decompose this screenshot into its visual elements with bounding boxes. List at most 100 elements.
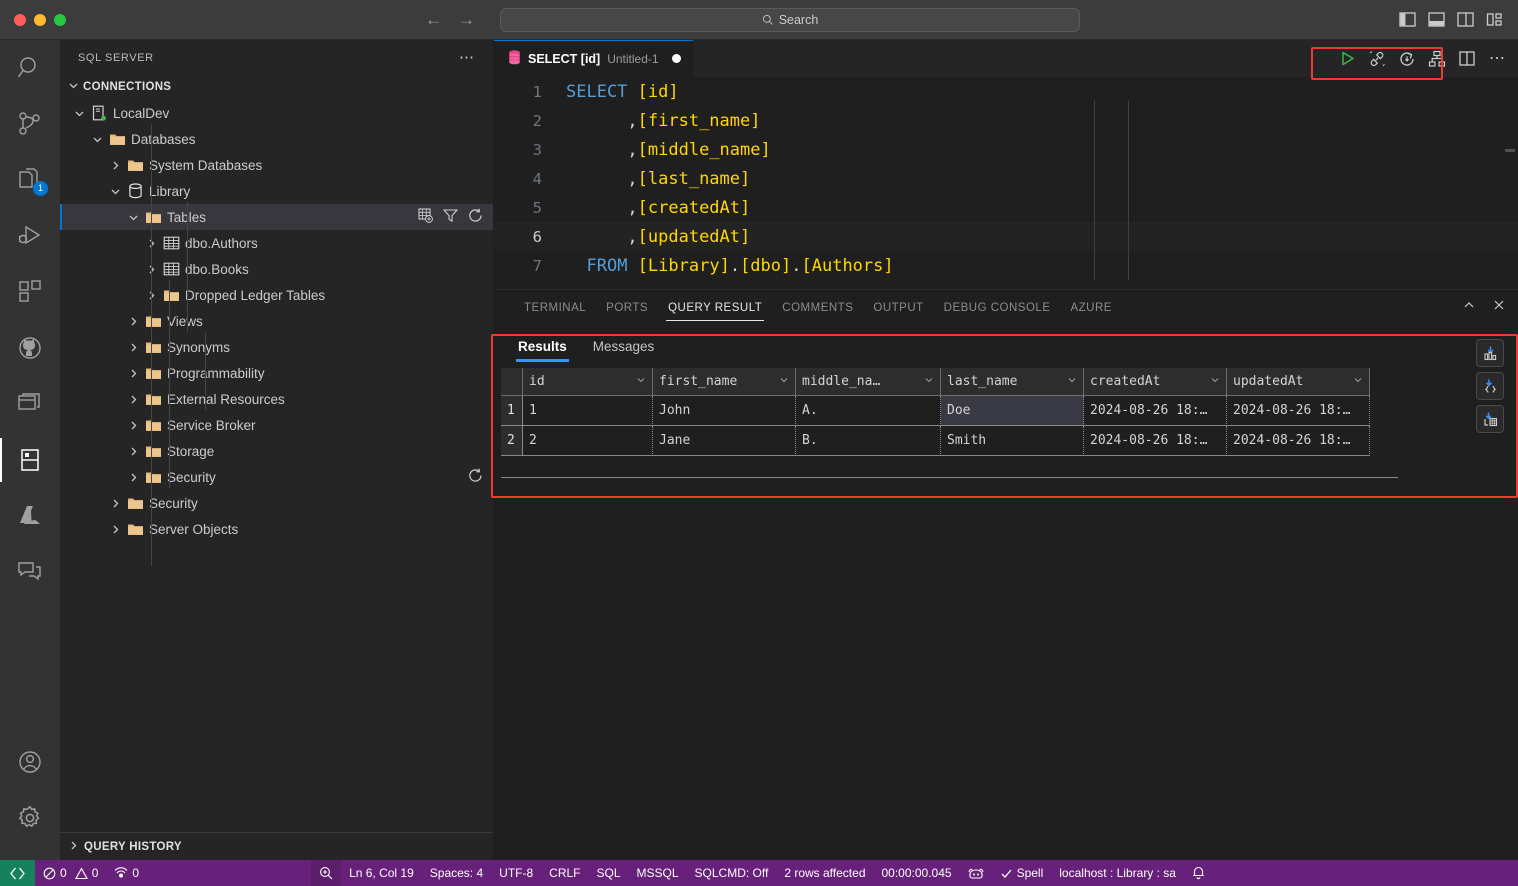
encoding-status[interactable]: UTF-8	[491, 860, 541, 886]
grid-corner-cell[interactable]	[501, 368, 523, 396]
grid-column-header[interactable]: createdAt	[1084, 368, 1227, 396]
row-number-cell[interactable]: 1	[501, 396, 523, 426]
panel-tab-output[interactable]: OUTPUT	[863, 290, 933, 326]
chevron-down-icon[interactable]	[88, 134, 106, 145]
arrow-left-icon[interactable]: ←	[425, 11, 442, 28]
tree-item-databases[interactable]: Databases	[60, 126, 493, 152]
toggle-panel[interactable]	[1426, 10, 1446, 30]
tree-item-security[interactable]: Security	[60, 464, 493, 490]
tree-item-system-databases[interactable]: System Databases	[60, 152, 493, 178]
chevron-right-icon[interactable]	[124, 316, 142, 327]
tree-item-dropped-ledger-tables[interactable]: Dropped Ledger Tables	[60, 282, 493, 308]
tree-item-synonyms[interactable]: Synonyms	[60, 334, 493, 360]
close-window-button[interactable]	[14, 13, 26, 26]
chevron-right-icon[interactable]	[106, 160, 124, 171]
tree-item-storage[interactable]: Storage	[60, 438, 493, 464]
tree-item-tables[interactable]: Tables	[60, 204, 493, 230]
grid-cell[interactable]: Jane	[653, 426, 796, 456]
change-connection-button[interactable]	[1392, 46, 1422, 72]
result-tab-messages[interactable]: Messages	[583, 335, 665, 362]
tree-item-external-resources[interactable]: External Resources	[60, 386, 493, 412]
activity-sql-server[interactable]	[0, 432, 60, 488]
grid-column-header[interactable]: id	[523, 368, 653, 396]
tree-item-library[interactable]: Library	[60, 178, 493, 204]
chevron-down-icon[interactable]	[1067, 375, 1077, 388]
indentation-status[interactable]: Spaces: 4	[422, 860, 491, 886]
activity-remote-explorer[interactable]	[0, 376, 60, 432]
activity-extensions[interactable]	[0, 264, 60, 320]
zoom-status[interactable]	[311, 860, 342, 886]
tree-item-service-broker[interactable]: Service Broker	[60, 412, 493, 438]
problems-status[interactable]: 0 0	[35, 860, 106, 886]
code-line[interactable]: 7 FROM [Library].[dbo].[Authors]	[494, 251, 1518, 280]
chevron-down-icon[interactable]	[924, 375, 934, 388]
grid-cell[interactable]: 1	[523, 396, 653, 426]
chevron-right-icon[interactable]	[124, 420, 142, 431]
grid-column-header[interactable]: updatedAt	[1227, 368, 1370, 396]
panel-tab-query-result[interactable]: QUERY RESULT	[658, 290, 772, 326]
provider-status[interactable]: MSSQL	[629, 860, 687, 886]
spell-status[interactable]: Spell	[992, 860, 1052, 886]
tree-item-security[interactable]: Security	[60, 490, 493, 516]
cursor-position-status[interactable]: Ln 6, Col 19	[341, 860, 422, 886]
disconnect-button[interactable]	[1362, 46, 1392, 72]
tree-item-dbo-authors[interactable]: dbo.Authors	[60, 230, 493, 256]
query-history-section[interactable]: QUERY HISTORY	[60, 832, 493, 860]
activity-github[interactable]	[0, 320, 60, 376]
result-tab-results[interactable]: Results	[508, 335, 577, 362]
run-query-button[interactable]	[1332, 46, 1362, 72]
new-table-icon[interactable]	[418, 208, 433, 226]
code-editor[interactable]: 1 SELECT [id] 2 ,[first_name] 3 ,[middle_na…	[494, 77, 1518, 289]
code-line[interactable]: 6 ,[updatedAt]	[494, 222, 1518, 251]
tree-item-server-objects[interactable]: Server Objects	[60, 516, 493, 542]
save-as-csv-button[interactable]	[1476, 339, 1504, 367]
sqlcmd-status[interactable]: SQLCMD: Off	[687, 860, 777, 886]
results-grid[interactable]: id first_name middle_na… last_name createdAt…	[501, 368, 1398, 478]
activity-azure[interactable]	[0, 488, 60, 544]
split-editor-button[interactable]	[1452, 46, 1482, 72]
grid-cell[interactable]: John	[653, 396, 796, 426]
chevron-down-icon[interactable]	[779, 375, 789, 388]
search-input[interactable]: Search	[500, 7, 1080, 32]
grid-cell[interactable]: 2024-08-26 18:…	[1227, 426, 1370, 456]
save-as-json-button[interactable]	[1476, 372, 1504, 400]
grid-column-header[interactable]: first_name	[653, 368, 796, 396]
language-mode-status[interactable]: SQL	[589, 860, 629, 886]
grid-column-header[interactable]: middle_na…	[796, 368, 941, 396]
code-line[interactable]: 2 ,[first_name]	[494, 106, 1518, 135]
code-line[interactable]: 3 ,[middle_name]	[494, 135, 1518, 164]
chevron-right-icon[interactable]	[124, 368, 142, 379]
remote-indicator[interactable]	[0, 860, 35, 886]
estimated-plan-button[interactable]	[1422, 46, 1452, 72]
tree-item-dbo-books[interactable]: dbo.Books	[60, 256, 493, 282]
code-line[interactable]: 4 ,[last_name]	[494, 164, 1518, 193]
activity-chat[interactable]	[0, 544, 60, 600]
panel-tab-ports[interactable]: PORTS	[596, 290, 658, 326]
activity-accounts[interactable]	[0, 734, 60, 790]
connection-status[interactable]: localhost : Library : sa	[1051, 860, 1184, 886]
close-icon[interactable]	[1492, 298, 1506, 317]
panel-tab-azure[interactable]: AZURE	[1060, 290, 1121, 326]
maximize-window-button[interactable]	[54, 13, 66, 26]
customize-layout[interactable]	[1484, 10, 1504, 30]
editor-scrollbar[interactable]	[1505, 149, 1515, 152]
tree-item-views[interactable]: Views	[60, 308, 493, 334]
notifications-bell[interactable]	[1184, 860, 1217, 886]
chevron-down-icon[interactable]	[636, 375, 646, 388]
tree-item-localdev[interactable]: LocalDev	[60, 100, 493, 126]
chevron-down-icon[interactable]	[124, 212, 142, 223]
activity-explorer[interactable]: 1	[0, 152, 60, 208]
ellipsis-icon[interactable]: ⋯	[459, 50, 475, 65]
grid-cell[interactable]: 2024-08-26 18:…	[1084, 396, 1227, 426]
connections-section-header[interactable]: CONNECTIONS	[60, 75, 493, 98]
refresh-icon[interactable]	[468, 208, 483, 226]
activity-settings[interactable]	[0, 790, 60, 846]
save-as-excel-button[interactable]	[1476, 405, 1504, 433]
toggle-primary-sidebar[interactable]	[1397, 10, 1417, 30]
arrow-right-icon[interactable]: →	[458, 11, 475, 28]
filter-icon[interactable]	[442, 208, 459, 226]
grid-cell[interactable]: 2024-08-26 18:…	[1084, 426, 1227, 456]
eol-status[interactable]: CRLF	[541, 860, 588, 886]
copilot-status[interactable]	[960, 860, 992, 886]
chevron-right-icon[interactable]	[106, 524, 124, 535]
